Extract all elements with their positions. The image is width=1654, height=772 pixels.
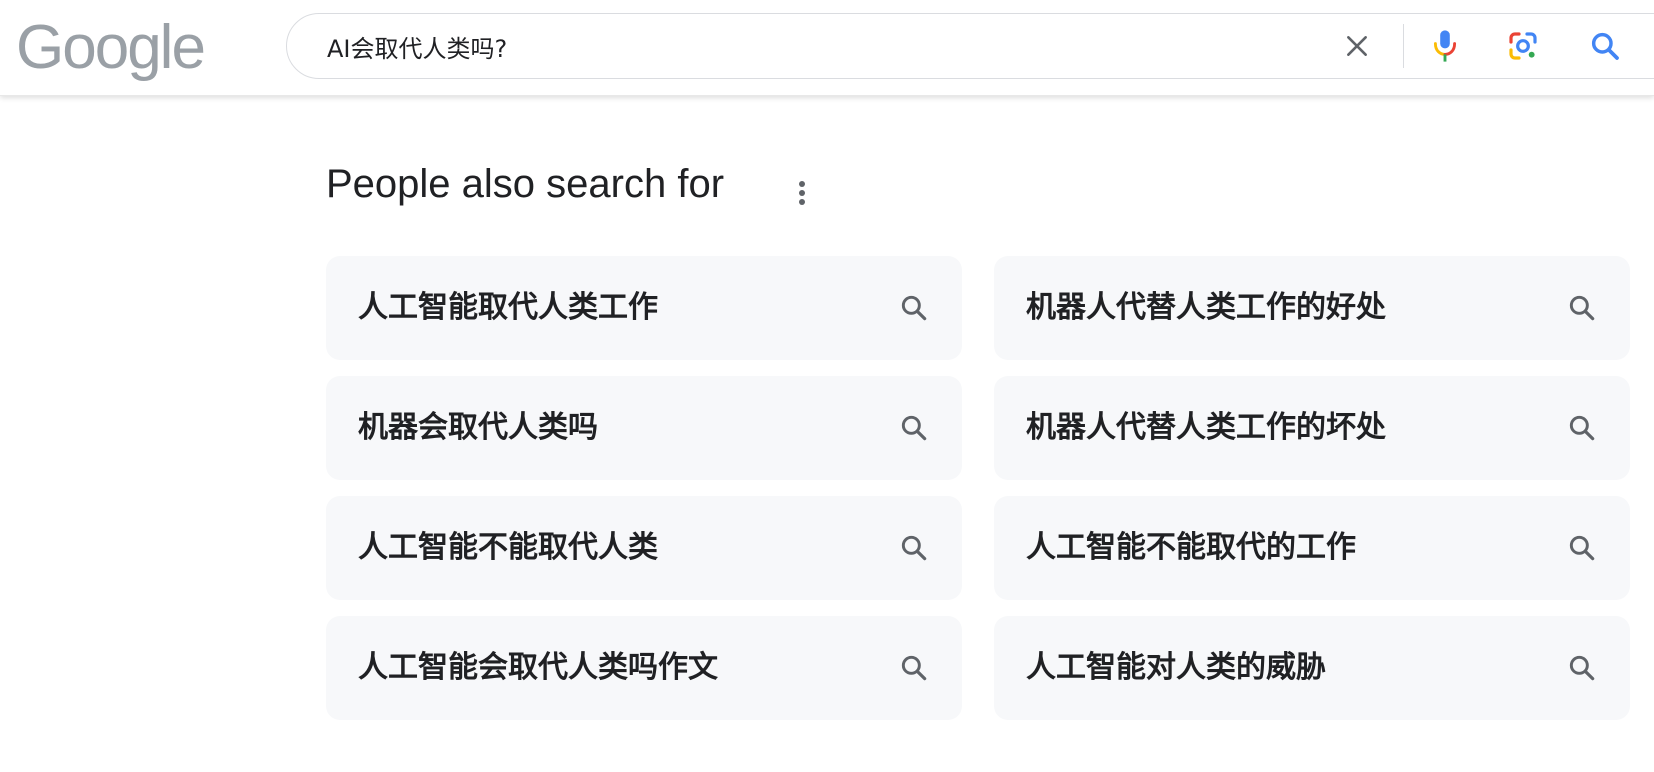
suggestion-label: 机器会取代人类吗 [358,410,598,445]
close-icon[interactable] [1339,28,1375,64]
suggestion-label: 人工智能会取代人类吗作文 [358,650,718,685]
search-divider [1403,24,1404,68]
search-icon [1564,290,1600,326]
search-icon[interactable] [1587,28,1623,64]
suggestion-label: 人工智能取代人类工作 [358,290,658,325]
microphone-icon[interactable] [1427,28,1463,64]
section-title: People also search for [326,162,725,206]
suggestion-chip[interactable]: 人工智能不能取代的工作 [994,496,1630,600]
suggestion-chip[interactable]: 机器会取代人类吗 [326,376,962,480]
suggestion-chip[interactable]: 人工智能不能取代人类 [326,496,962,600]
suggestion-label: 人工智能对人类的威胁 [1026,650,1326,685]
suggestion-chip[interactable]: 人工智能取代人类工作 [326,256,962,360]
search-icon [896,530,932,566]
suggestion-label: 机器人代替人类工作的好处 [1026,290,1386,325]
suggestion-chip[interactable]: 人工智能会取代人类吗作文 [326,616,962,720]
search-icon [896,650,932,686]
search-icon [896,290,932,326]
suggestion-chip[interactable]: 人工智能对人类的威胁 [994,616,1630,720]
suggestion-label: 人工智能不能取代的工作 [1026,530,1356,565]
search-icon [1564,530,1600,566]
search-icon [1564,650,1600,686]
suggestion-label: 人工智能不能取代人类 [358,530,658,565]
search-input[interactable] [327,14,1227,78]
google-logo[interactable]: Google [16,8,206,88]
suggestion-chip[interactable]: 机器人代替人类工作的坏处 [994,376,1630,480]
search-box[interactable] [286,13,1654,79]
more-vert-icon[interactable] [787,173,817,213]
search-icon [896,410,932,446]
search-icon [1564,410,1600,446]
suggestion-label: 机器人代替人类工作的坏处 [1026,410,1386,445]
suggestion-chip[interactable]: 机器人代替人类工作的好处 [994,256,1630,360]
top-header: Google [0,0,1654,96]
lens-camera-icon[interactable] [1505,28,1541,64]
